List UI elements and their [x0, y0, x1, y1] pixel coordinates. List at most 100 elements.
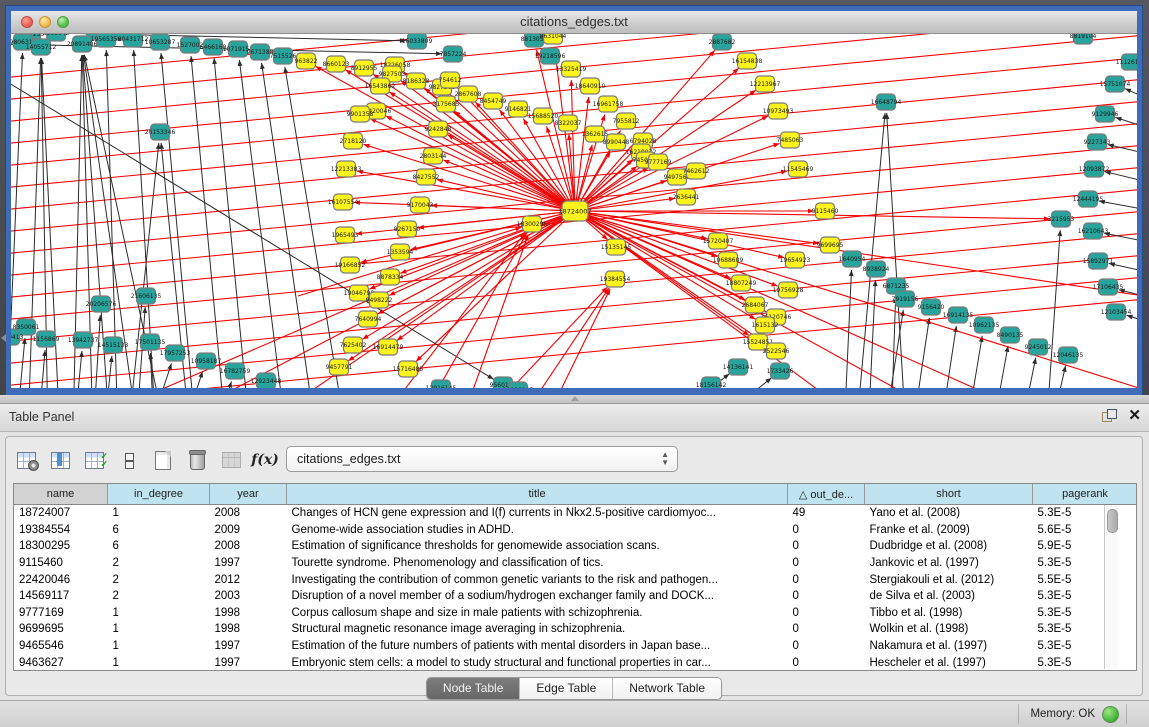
graph-node[interactable]: 1733426 [767, 363, 794, 379]
table-cell[interactable]: 1 [108, 638, 210, 655]
table-cell[interactable]: 2 [108, 588, 210, 605]
memory-ok-icon[interactable] [1102, 706, 1119, 723]
graph-node[interactable]: 14136141 [723, 359, 754, 375]
graph-node[interactable]: 16782759 [220, 363, 251, 379]
tab-network-table[interactable]: Network Table [613, 678, 721, 699]
graph-node[interactable]: 8186328 [403, 73, 430, 89]
graph-hub-node[interactable]: 18724007 [558, 201, 591, 221]
graph-node[interactable]: 16648794 [871, 94, 902, 110]
select-all-rows-button[interactable]: ✓ ✓ [84, 449, 106, 471]
graph-node[interactable]: 8878334 [377, 269, 404, 285]
graph-node[interactable]: 7485063 [777, 132, 804, 148]
table-cell[interactable]: Dudbridge et al. (2008) [865, 538, 1033, 555]
graph-node[interactable]: 12103454 [1101, 304, 1132, 320]
graph-node[interactable]: 7640994 [355, 311, 382, 327]
table-cell[interactable]: 5.3E-5 [1033, 605, 1138, 622]
table-cell[interactable]: 2003 [210, 588, 287, 605]
graph-node[interactable]: 7955812 [613, 113, 640, 129]
graph-node[interactable]: 9170043 [407, 197, 434, 213]
table-cell[interactable]: 9777169 [14, 605, 108, 622]
graph-node[interactable]: 754612 [439, 72, 462, 88]
graph-node[interactable]: 8427552 [413, 169, 440, 185]
table-cell[interactable]: 5.3E-5 [1033, 638, 1138, 655]
graph-node[interactable]: 9245012 [1025, 339, 1052, 355]
scrollbar-thumb[interactable] [1107, 509, 1118, 533]
table-cell[interactable]: 5.3E-5 [1033, 505, 1138, 522]
table-cell[interactable]: 5.3E-5 [1033, 654, 1138, 671]
graph-node[interactable]: 8322037 [555, 115, 582, 131]
graph-node[interactable]: 8990448 [603, 134, 630, 150]
graph-node[interactable]: 1156869 [33, 331, 60, 347]
graph-node[interactable]: 12923448 [251, 373, 282, 388]
table-cell[interactable]: Jankovic et al. (1997) [865, 555, 1033, 572]
graph-node[interactable]: 15751074 [1100, 76, 1131, 92]
graph-node[interactable]: 15135145 [601, 239, 632, 255]
table-cell[interactable]: 0 [788, 638, 865, 655]
graph-node[interactable]: 18156142 [696, 377, 727, 388]
table-cell[interactable]: 1997 [210, 638, 287, 655]
table-mode-button[interactable] [16, 449, 38, 471]
table-cell[interactable]: 0 [788, 605, 865, 622]
table-cell[interactable]: 0 [788, 522, 865, 539]
table-cell[interactable]: 0 [788, 538, 865, 555]
table-cell[interactable]: 1 [108, 654, 210, 671]
graph-node[interactable]: 12916145 [426, 380, 457, 388]
graph-node[interactable]: 13942737 [68, 332, 99, 348]
table-cell[interactable]: Structural magnetic resonance image aver… [287, 621, 788, 638]
table-panel-titlebar[interactable]: Table Panel ✕ [0, 404, 1149, 432]
table-select-dropdown[interactable]: citations_edges.txt ▲▼ [286, 446, 678, 472]
table-row[interactable]: 946554611997Estimation of the future num… [14, 638, 1137, 655]
delete-column-button[interactable] [186, 449, 208, 471]
table-cell[interactable]: 1998 [210, 605, 287, 622]
table-cell[interactable]: Franke et al. (2009) [865, 522, 1033, 539]
table-cell[interactable]: 2 [108, 571, 210, 588]
table-cell[interactable]: Nakamura et al. (1997) [865, 638, 1033, 655]
table-cell[interactable]: Tibbo et al. (1998) [865, 605, 1033, 622]
graph-node[interactable]: 8267150 [394, 221, 421, 237]
table-cell[interactable]: 14569117 [14, 588, 108, 605]
graph-node[interactable]: 1353594 [387, 244, 414, 260]
graph-node[interactable]: 9227343 [1084, 134, 1111, 150]
table-row[interactable]: 1830029562008Estimation of significance … [14, 538, 1137, 555]
graph-node[interactable]: 16914135 [943, 307, 974, 323]
graph-node[interactable]: 14515133 [98, 337, 129, 353]
table-row[interactable]: 946362711997Embryonic stem cells: a mode… [14, 654, 1137, 671]
table-row[interactable]: 2242004622012Investigating the contribut… [14, 571, 1137, 588]
graph-node[interactable]: 2684067 [742, 297, 769, 313]
table-cell[interactable]: 5.3E-5 [1033, 621, 1138, 638]
graph-node[interactable]: 8454749 [480, 93, 507, 109]
table-cell[interactable]: Embryonic stem cells: a model to study s… [287, 654, 788, 671]
network-window[interactable]: citations_edges.txt 19612358561042121963… [6, 6, 1142, 395]
graph-node[interactable]: 9242848 [425, 121, 452, 137]
table-row[interactable]: 1938455462009Genome-wide association stu… [14, 522, 1137, 539]
table-cell[interactable]: Hescheler et al. (1997) [865, 654, 1033, 671]
table-cell[interactable]: Genome-wide association studies in ADHD. [287, 522, 788, 539]
tab-edge-table[interactable]: Edge Table [520, 678, 613, 699]
table-cell[interactable]: 1 [108, 605, 210, 622]
graph-node[interactable]: 15892971 [1083, 253, 1114, 269]
table-cell[interactable]: 2012 [210, 571, 287, 588]
graph-node[interactable]: 19756928 [773, 282, 804, 298]
graph-node[interactable]: 10962135 [969, 317, 1000, 333]
graph-node[interactable]: 8819104 [1070, 34, 1097, 44]
table-cell[interactable]: Yano et al. (2008) [865, 505, 1033, 522]
row-options-button[interactable] [118, 449, 140, 471]
table-cell[interactable]: 5.5E-5 [1033, 571, 1138, 588]
graph-node[interactable]: 1965493 [332, 227, 359, 243]
table-cell[interactable]: 2 [108, 555, 210, 572]
column-header-out-de-[interactable]: △ out_de... [788, 484, 865, 505]
graph-node[interactable]: 1615132 [752, 317, 779, 333]
graph-node[interactable]: 7515526 [270, 48, 297, 64]
graph-node[interactable]: 18640910 [575, 78, 606, 94]
graph-node[interactable]: 2867608 [455, 86, 482, 102]
function-builder-button[interactable]: f(x) [254, 449, 276, 471]
table-cell[interactable]: 9463627 [14, 654, 108, 671]
table-cell[interactable]: 22420046 [14, 571, 108, 588]
graph-node[interactable]: 1640954 [839, 251, 866, 267]
graph-node[interactable]: 16033809 [402, 34, 433, 49]
table-cell[interactable]: Investigating the contribution of common… [287, 571, 788, 588]
graph-node[interactable]: 3215953 [1048, 211, 1075, 227]
graph-node[interactable]: 12046135 [1053, 347, 1084, 363]
table-row[interactable]: 1456911722003Disruption of a novel membe… [14, 588, 1137, 605]
network-canvas[interactable]: 1961235856104212196359135121980631214055… [11, 34, 1137, 388]
